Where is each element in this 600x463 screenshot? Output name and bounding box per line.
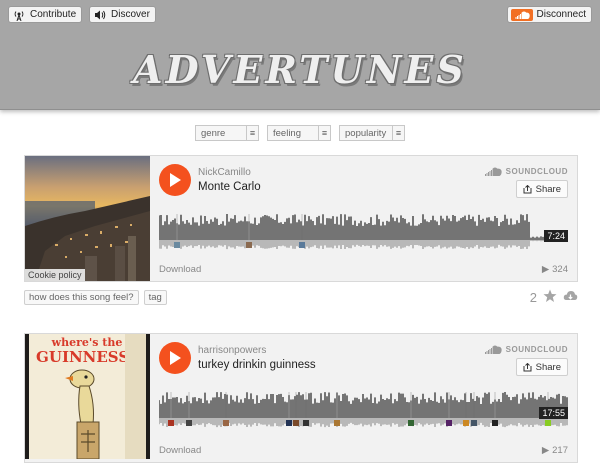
comment-avatar [446, 420, 452, 426]
comment-avatar [334, 420, 340, 426]
share-icon [523, 184, 532, 193]
speaker-icon [93, 8, 107, 21]
track-actions: 2 [530, 289, 578, 306]
track-user[interactable]: NickCamillo [198, 167, 251, 178]
poster-guinness-text: GUINNESS? [36, 348, 138, 366]
play-button[interactable] [159, 342, 191, 374]
share-label: Share [535, 183, 561, 195]
track-artwork[interactable]: where's the GUINNESS? [25, 334, 150, 459]
popularity-filter[interactable]: popularity ≡ [339, 125, 405, 141]
comment-avatar [174, 242, 180, 248]
contribute-button[interactable]: Contribute [8, 6, 83, 23]
feeling-filter[interactable]: feeling ≡ [267, 125, 331, 141]
play-count-value: 324 [552, 264, 568, 275]
genre-filter[interactable]: genre ≡ [195, 125, 259, 141]
menu-icon: ≡ [246, 126, 258, 140]
download-link[interactable]: Download [159, 445, 201, 456]
track-title[interactable]: Monte Carlo [198, 181, 261, 193]
waveform[interactable] [159, 384, 570, 432]
menu-icon: ≡ [318, 126, 330, 140]
track-card: Cookie policy NickCamillo Monte Carlo SO… [24, 155, 578, 282]
waveform[interactable] [159, 206, 570, 254]
share-button[interactable]: Share [515, 358, 568, 376]
waveform-reflection [159, 418, 568, 428]
comment-avatar [293, 420, 299, 426]
contribute-label: Contribute [30, 9, 77, 20]
soundcloud-icon [510, 8, 533, 21]
share-label: Share [535, 361, 561, 373]
waveform-reflection [159, 240, 568, 250]
disconnect-button[interactable]: Disconnect [506, 6, 592, 23]
comment-avatar [299, 242, 305, 248]
soundcloud-label: SOUNDCLOUD [505, 167, 568, 176]
cookie-policy-link[interactable]: Cookie policy [25, 269, 85, 281]
track-card: where's the GUINNESS? harrisonpowers tur… [24, 333, 578, 463]
play-icon [170, 173, 181, 187]
feeling-prompt-button[interactable]: how does this song feel? [24, 290, 139, 305]
disconnect-label: Disconnect [536, 9, 586, 20]
play-count: ▶ 217 [542, 445, 568, 456]
comment-avatar [286, 420, 292, 426]
track-duration: 17:55 [539, 407, 568, 419]
play-count: ▶ 324 [542, 264, 568, 275]
tag-button[interactable]: tag [143, 290, 167, 305]
comment-avatar [303, 420, 309, 426]
play-count-icon: ▶ [541, 445, 550, 456]
download-link[interactable]: Download [159, 264, 201, 275]
comment-avatar [408, 420, 414, 426]
feeling-filter-label: feeling [273, 127, 301, 139]
genre-filter-label: genre [201, 127, 226, 139]
share-button[interactable]: Share [515, 180, 568, 198]
comment-avatar [463, 420, 469, 426]
comment-avatar [492, 420, 498, 426]
cloud-download-icon[interactable] [563, 290, 578, 305]
play-icon [170, 351, 181, 365]
header: Contribute Discover Disconnect ADVERTUNE… [0, 0, 600, 110]
track-artwork[interactable]: Cookie policy [25, 156, 150, 281]
menu-icon: ≡ [392, 126, 404, 140]
star-icon[interactable] [543, 289, 557, 306]
site-logo[interactable]: ADVERTUNES [0, 47, 600, 92]
play-count-value: 217 [552, 445, 568, 456]
share-icon [523, 362, 532, 371]
track-title[interactable]: turkey drinkin guinness [198, 359, 316, 371]
soundcloud-icon [484, 345, 502, 354]
comment-avatar [186, 420, 192, 426]
comment-avatar [545, 420, 551, 426]
discover-label: Discover [111, 9, 150, 20]
soundcloud-label: SOUNDCLOUD [505, 345, 568, 354]
soundcloud-icon [484, 167, 502, 176]
filter-bar: genre ≡ feeling ≡ popularity ≡ [0, 125, 600, 141]
comment-avatar [246, 242, 252, 248]
comment-avatar [223, 420, 229, 426]
comment-avatar [471, 420, 477, 426]
waveform-bars [159, 214, 568, 240]
feel-row: how does this song feel? tag [24, 290, 167, 305]
play-button[interactable] [159, 164, 191, 196]
soundcloud-brand[interactable]: SOUNDCLOUD [484, 167, 568, 176]
play-count-icon: ▶ [541, 264, 550, 275]
waveform-bars [159, 392, 568, 418]
comment-avatar [168, 420, 174, 426]
popularity-filter-label: popularity [345, 127, 387, 139]
track-user[interactable]: harrisonpowers [198, 345, 266, 356]
discover-button[interactable]: Discover [89, 6, 156, 23]
broadcast-icon [12, 8, 26, 21]
favorite-count: 2 [529, 290, 537, 305]
track-duration: 7:24 [544, 230, 568, 242]
soundcloud-brand[interactable]: SOUNDCLOUD [484, 345, 568, 354]
